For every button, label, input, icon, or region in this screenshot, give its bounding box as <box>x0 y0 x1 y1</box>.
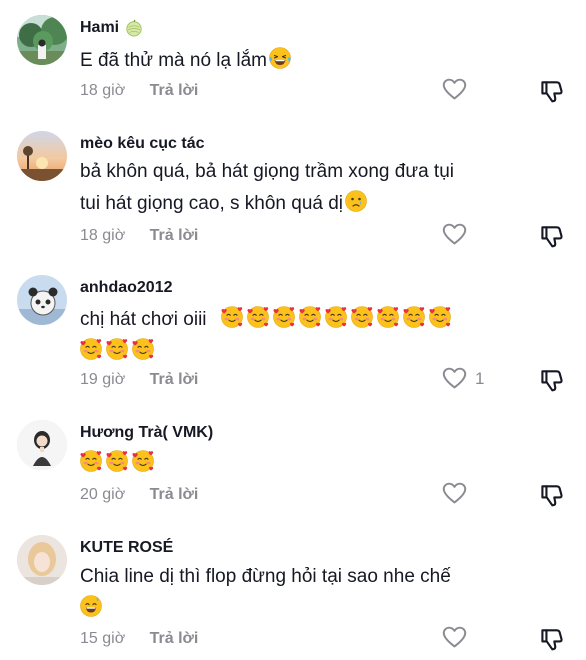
comment-meta: 18 giờ Trả lời <box>80 81 198 101</box>
thumbs-down-icon <box>540 627 565 652</box>
comment-text: bả khôn quá, bả hát giọng trầm xong đưa … <box>80 156 550 220</box>
comment-meta: 19 giờ Trả lời <box>80 370 198 390</box>
timestamp: 19 giờ <box>80 371 126 388</box>
reply-button[interactable]: Trả lời <box>150 486 199 503</box>
comment-text: chị hát chơi oiii <box>80 304 550 368</box>
heart-icon <box>442 222 467 247</box>
avatar[interactable] <box>17 420 67 470</box>
smiling-face-with-hearts-emoji-icon <box>350 305 374 329</box>
tears-of-joy-emoji-icon <box>268 46 292 70</box>
like-button[interactable] <box>442 481 467 506</box>
smiling-face-with-hearts-emoji-icon <box>79 449 103 473</box>
comment-meta: 18 giờ Trả lời <box>80 226 198 246</box>
username[interactable]: Hami <box>80 18 143 38</box>
comment-meta: 15 giờ Trả lời <box>80 629 198 649</box>
avatar[interactable] <box>17 15 67 65</box>
reply-button[interactable]: Trả lời <box>150 82 199 99</box>
thumbs-down-icon <box>540 483 565 508</box>
reply-button[interactable]: Trả lời <box>150 227 199 244</box>
reply-button[interactable]: Trả lời <box>150 371 199 388</box>
melon-emoji-icon <box>126 19 142 37</box>
dislike-button[interactable] <box>540 627 565 657</box>
avatar[interactable] <box>17 535 67 585</box>
username-text: mèo kêu cục tác <box>80 135 205 152</box>
heart-icon <box>442 625 467 650</box>
smiling-face-with-hearts-emoji-icon <box>272 305 296 329</box>
smiling-face-with-hearts-emoji-icon <box>376 305 400 329</box>
smiling-face-with-hearts-emoji-icon <box>105 337 129 361</box>
reply-button[interactable]: Trả lời <box>150 630 199 647</box>
dislike-button[interactable] <box>540 79 565 109</box>
dislike-button[interactable] <box>540 483 565 513</box>
username[interactable]: mèo kêu cục tác <box>80 134 205 154</box>
smiling-face-with-hearts-emoji-icon <box>324 305 348 329</box>
username-text: KUTE ROSÉ <box>80 539 174 556</box>
smiling-face-with-hearts-emoji-icon <box>131 337 155 361</box>
smiling-face-with-hearts-emoji-icon <box>220 305 244 329</box>
like-button[interactable] <box>442 77 467 102</box>
smiling-face-with-hearts-emoji-icon <box>79 337 103 361</box>
username[interactable]: KUTE ROSÉ <box>80 538 173 558</box>
smiling-face-with-hearts-emoji-icon <box>428 305 452 329</box>
timestamp: 18 giờ <box>80 82 126 99</box>
grinning-sweat-emoji-icon <box>79 594 103 618</box>
thumbs-down-icon <box>540 79 565 104</box>
heart-icon <box>442 77 467 102</box>
comment-meta: 20 giờ Trả lời <box>80 485 198 505</box>
comment-text: Chia line dị thì flop đừng hỏi tại sao n… <box>80 561 550 625</box>
comment-text: E đã thử mà nó lạ lắm <box>80 45 550 77</box>
thumbs-down-icon <box>540 224 565 249</box>
crying-face-emoji-icon <box>344 189 368 213</box>
comment-line: Chia line dị thì flop đừng hỏi tại sao n… <box>80 566 451 587</box>
avatar[interactable] <box>17 131 67 181</box>
username-text: Hương Trà( VMK) <box>80 424 214 441</box>
like-button[interactable] <box>442 625 467 650</box>
smiling-face-with-hearts-emoji-icon <box>298 305 322 329</box>
timestamp: 20 giờ <box>80 486 126 503</box>
comment-text <box>80 448 550 480</box>
username-text: anhdao2012 <box>80 279 173 296</box>
timestamp: 15 giờ <box>80 630 126 647</box>
smiling-face-with-hearts-emoji-icon <box>402 305 426 329</box>
thumbs-down-icon <box>540 368 565 393</box>
dislike-button[interactable] <box>540 224 565 254</box>
like-button[interactable]: 1 <box>442 366 484 391</box>
like-button[interactable] <box>442 222 467 247</box>
timestamp: 18 giờ <box>80 227 126 244</box>
dislike-button[interactable] <box>540 368 565 398</box>
heart-icon <box>442 366 467 391</box>
comment-line: tui hát giọng cao, s khôn quá dị <box>80 193 344 214</box>
comment-line: E đã thử mà nó lạ lắm <box>80 50 267 71</box>
avatar[interactable] <box>17 275 67 325</box>
username[interactable]: anhdao2012 <box>80 278 172 298</box>
username[interactable]: Hương Trà( VMK) <box>80 423 213 443</box>
heart-icon <box>442 481 467 506</box>
comment-line: bả khôn quá, bả hát giọng trầm xong đưa … <box>80 161 454 182</box>
smiling-face-with-hearts-emoji-icon <box>246 305 270 329</box>
smiling-face-with-hearts-emoji-icon <box>131 449 155 473</box>
like-count: 1 <box>475 368 485 388</box>
comment-line: chị hát chơi oiii <box>80 309 207 330</box>
smiling-face-with-hearts-emoji-icon <box>105 449 129 473</box>
username-text: Hami <box>80 19 120 36</box>
